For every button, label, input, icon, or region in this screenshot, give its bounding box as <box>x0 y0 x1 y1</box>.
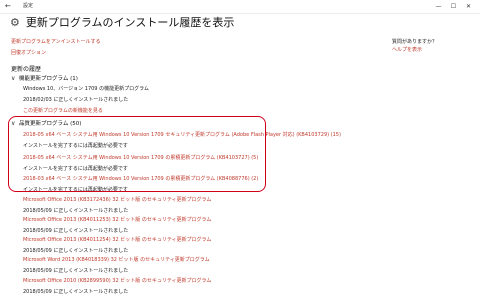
list-item: Microsoft Office 2013 (KB4011254) 32 ビット… <box>23 237 211 255</box>
back-arrow-icon[interactable]: ← <box>5 2 11 11</box>
whats-new-link[interactable]: この更新プログラムの新機能を見る <box>23 108 149 115</box>
update-status: 2018/05/09 に正しくインストールされました <box>23 248 129 254</box>
update-title-link[interactable]: Microsoft Office 2013 (KB4011253) 32 ビット… <box>23 217 211 224</box>
side-question-heading: 質問がありますか？ <box>392 39 438 45</box>
highlight-box <box>8 116 266 192</box>
update-title: Windows 10、バージョン 1709 の機能更新プログラム <box>23 86 149 92</box>
update-status: 2018/05/09 に正しくインストールされました <box>23 208 129 214</box>
close-icon[interactable]: ✕ <box>461 1 476 12</box>
list-item: Microsoft Office 2013 (KB3172436) 32 ビット… <box>23 197 211 215</box>
update-title-link[interactable]: Microsoft Office 2013 (KB3172436) 32 ビット… <box>23 197 211 204</box>
get-help-link[interactable]: ヘルプを表示 <box>392 47 422 54</box>
minimize-icon[interactable]: — <box>431 1 446 12</box>
update-title-link[interactable]: Microsoft Office 2010 (KB2899590) 32 ビット… <box>23 278 211 285</box>
update-status: 2018/05/09 に正しくインストールされました <box>23 268 129 274</box>
uninstall-updates-link[interactable]: 更新プログラムをアンインストールする <box>11 39 101 46</box>
update-status: 2018/05/09 に正しくインストールされました <box>23 228 129 234</box>
window-title: 設定 <box>23 3 34 9</box>
list-item: Microsoft Office 2013 (KB4011253) 32 ビット… <box>23 217 211 235</box>
update-title-link[interactable]: Microsoft Office 2013 (KB4011254) 32 ビット… <box>23 237 211 244</box>
feature-updates-label: 機能更新プログラム (1) <box>19 76 78 82</box>
update-status: 2018/02/03 に正しくインストールされました <box>23 97 129 103</box>
recovery-options-link[interactable]: 回復オプション <box>11 50 46 57</box>
page-header: ⚙ 更新プログラムのインストール履歴を表示 <box>10 15 234 31</box>
update-status: 2018/05/09 に正しくインストールされました <box>23 289 129 295</box>
update-title-link[interactable]: Microsoft Word 2013 (KB4018339) 32 ビット版 … <box>23 257 210 264</box>
window-controls: — ☐ ✕ <box>431 1 476 12</box>
list-item: Windows 10、バージョン 1709 の機能更新プログラム 2018/02… <box>23 86 149 115</box>
list-item: Microsoft Word 2013 (KB4018339) 32 ビット版 … <box>23 257 210 275</box>
gear-icon: ⚙ <box>10 16 20 29</box>
title-bar: ← 設定 — ☐ ✕ <box>0 0 480 14</box>
update-history-heading: 更新の履歴 <box>11 66 42 73</box>
chevron-down-icon: ∨ <box>11 75 16 82</box>
list-item: Microsoft Office 2010 (KB2899590) 32 ビット… <box>23 278 211 296</box>
maximize-icon[interactable]: ☐ <box>446 1 461 12</box>
page-title: 更新プログラムのインストール履歴を表示 <box>25 16 235 29</box>
feature-updates-toggle[interactable]: ∨ 機能更新プログラム (1) <box>11 75 78 83</box>
